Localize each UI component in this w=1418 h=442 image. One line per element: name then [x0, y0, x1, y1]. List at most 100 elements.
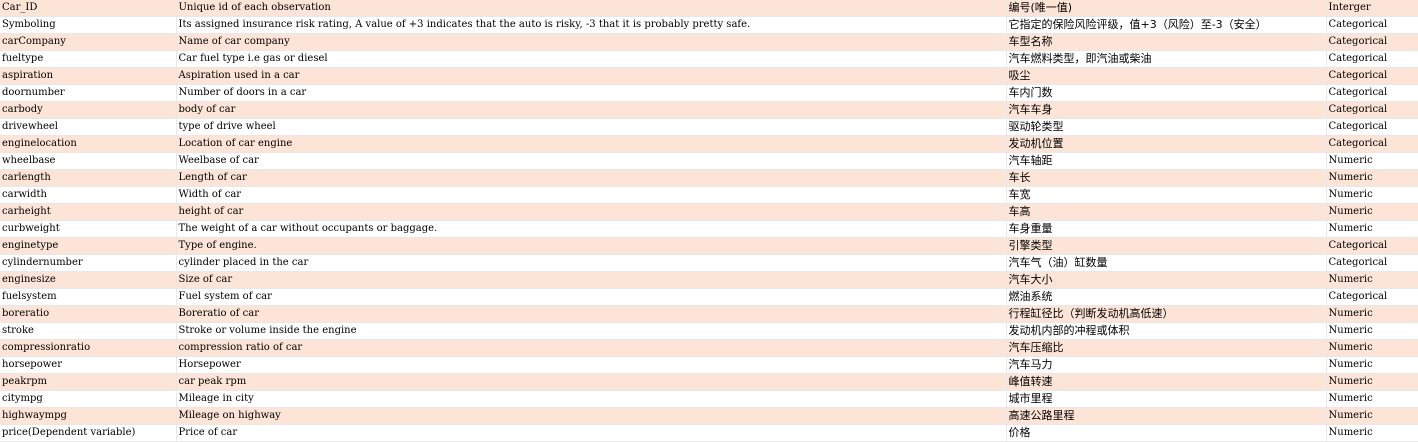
cell-description: Weelbase of car: [176, 152, 1007, 170]
table-row: price(Dependent variable) Price of car 价格 N…: [0, 424, 1418, 442]
cell-field-name: Car_ID: [0, 0, 177, 17]
cell-description: Length of car: [176, 169, 1007, 187]
cell-data-type: Categorical: [1326, 135, 1418, 153]
table-row: Car_ID Unique id of each observation 编号(唯一…: [0, 0, 1418, 17]
cell-description-zh: 吸尘: [1006, 67, 1327, 85]
cell-field-name: aspiration: [0, 67, 177, 85]
cell-field-name: enginesize: [0, 271, 177, 289]
cell-description-zh: 汽车马力: [1006, 356, 1327, 374]
cell-description-zh: 发动机位置: [1006, 135, 1327, 153]
cell-description-zh: 车身重量: [1006, 220, 1327, 238]
cell-field-name: price(Dependent variable): [0, 424, 177, 442]
cell-description-zh: 车高: [1006, 203, 1327, 221]
cell-data-type: Numeric: [1326, 169, 1418, 187]
cell-description: Fuel system of car: [176, 288, 1007, 306]
cell-field-name: citympg: [0, 390, 177, 408]
cell-description: The weight of a car without occupants or…: [176, 220, 1007, 238]
cell-data-type: Categorical: [1326, 33, 1418, 51]
table-row: highwaympg Mileage on highway 高速公路里程 Numeri…: [0, 407, 1418, 425]
cell-field-name: doornumber: [0, 84, 177, 102]
cell-description-zh: 价格: [1006, 424, 1327, 442]
cell-data-type: Categorical: [1326, 67, 1418, 85]
cell-description: Name of car company: [176, 33, 1007, 51]
cell-description: car peak rpm: [176, 373, 1007, 391]
cell-data-type: Numeric: [1326, 305, 1418, 323]
cell-data-type: Categorical: [1326, 237, 1418, 255]
table-row: enginesize Size of car 汽车大小 Numeric: [0, 271, 1418, 289]
table-row: boreratio Boreratio of car 行程缸径比（判断发动机高低速）…: [0, 305, 1418, 323]
cell-data-type: Numeric: [1326, 424, 1418, 442]
cell-data-type: Numeric: [1326, 390, 1418, 408]
table-row: carwidth Width of car 车宽 Numeric: [0, 186, 1418, 204]
cell-description-zh: 汽车大小: [1006, 271, 1327, 289]
cell-data-type: Interger: [1326, 0, 1418, 17]
cell-field-name: carheight: [0, 203, 177, 221]
cell-description-zh: 汽车轴距: [1006, 152, 1327, 170]
cell-description-zh: 引擎类型: [1006, 237, 1327, 255]
cell-description: type of drive wheel: [176, 118, 1007, 136]
data-dictionary-table: Car_ID Unique id of each observation 编号(唯一…: [0, 0, 1418, 442]
cell-description: Aspiration used in a car: [176, 67, 1007, 85]
cell-description-zh: 发动机内部的冲程或体积: [1006, 322, 1327, 340]
cell-data-type: Categorical: [1326, 50, 1418, 68]
table-row: carCompany Name of car company 车型名称 Categor…: [0, 33, 1418, 51]
cell-description-zh: 峰值转速: [1006, 373, 1327, 391]
cell-data-type: Numeric: [1326, 356, 1418, 374]
table-row: fueltype Car fuel type i.e gas or diesel 汽…: [0, 50, 1418, 68]
cell-description: Type of engine.: [176, 237, 1007, 255]
cell-description: Price of car: [176, 424, 1007, 442]
cell-field-name: cylindernumber: [0, 254, 177, 272]
cell-description-zh: 汽车压缩比: [1006, 339, 1327, 357]
table-row: Symboling Its assigned insurance risk rat…: [0, 16, 1418, 34]
cell-data-type: Categorical: [1326, 16, 1418, 34]
cell-data-type: Categorical: [1326, 118, 1418, 136]
cell-description: Horsepower: [176, 356, 1007, 374]
cell-field-name: horsepower: [0, 356, 177, 374]
cell-description: Number of doors in a car: [176, 84, 1007, 102]
cell-description: Size of car: [176, 271, 1007, 289]
cell-data-type: Categorical: [1326, 288, 1418, 306]
cell-field-name: Symboling: [0, 16, 177, 34]
cell-data-type: Numeric: [1326, 339, 1418, 357]
table-row: drivewheel type of drive wheel 驱动轮类型 Catego…: [0, 118, 1418, 136]
cell-data-type: Numeric: [1326, 407, 1418, 425]
cell-field-name: drivewheel: [0, 118, 177, 136]
cell-description-zh: 车内门数: [1006, 84, 1327, 102]
cell-description: Car fuel type i.e gas or diesel: [176, 50, 1007, 68]
cell-description: Width of car: [176, 186, 1007, 204]
table-row: citympg Mileage in city 城市里程 Numeric: [0, 390, 1418, 408]
cell-field-name: fueltype: [0, 50, 177, 68]
table-row: horsepower Horsepower 汽车马力 Numeric: [0, 356, 1418, 374]
cell-data-type: Categorical: [1326, 254, 1418, 272]
cell-description-zh: 车宽: [1006, 186, 1327, 204]
cell-field-name: boreratio: [0, 305, 177, 323]
table-row: aspiration Aspiration used in a car 吸尘 Cate…: [0, 67, 1418, 85]
cell-field-name: wheelbase: [0, 152, 177, 170]
cell-description: Its assigned insurance risk rating, A va…: [176, 16, 1007, 34]
cell-description-zh: 汽车气（油）缸数量: [1006, 254, 1327, 272]
cell-data-type: Numeric: [1326, 322, 1418, 340]
table-row: stroke Stroke or volume inside the engine…: [0, 322, 1418, 340]
cell-description: Mileage on highway: [176, 407, 1007, 425]
cell-field-name: carwidth: [0, 186, 177, 204]
cell-data-type: Numeric: [1326, 203, 1418, 221]
table-row: enginetype Type of engine. 引擎类型 Categorical: [0, 237, 1418, 255]
cell-field-name: highwaympg: [0, 407, 177, 425]
cell-description: compression ratio of car: [176, 339, 1007, 357]
table-row: compressionratio compression ratio of car…: [0, 339, 1418, 357]
table-row: doornumber Number of doors in a car 车内门数 Ca…: [0, 84, 1418, 102]
cell-description-zh: 编号(唯一值): [1006, 0, 1327, 17]
table-body: Car_ID Unique id of each observation 编号(唯一…: [0, 0, 1418, 442]
cell-description-zh: 燃油系统: [1006, 288, 1327, 306]
cell-description: Mileage in city: [176, 390, 1007, 408]
cell-description-zh: 驱动轮类型: [1006, 118, 1327, 136]
cell-description-zh: 它指定的保险风险评级，值+3（风险）至-3（安全）: [1006, 16, 1327, 34]
cell-field-name: stroke: [0, 322, 177, 340]
table-row: peakrpm car peak rpm 峰值转速 Numeric: [0, 373, 1418, 391]
cell-data-type: Categorical: [1326, 84, 1418, 102]
table-row: carbody body of car 汽车车身 Categorical: [0, 101, 1418, 119]
cell-description: Location of car engine: [176, 135, 1007, 153]
cell-data-type: Numeric: [1326, 220, 1418, 238]
table-row: curbweight The weight of a car without oc…: [0, 220, 1418, 238]
cell-field-name: carbody: [0, 101, 177, 119]
